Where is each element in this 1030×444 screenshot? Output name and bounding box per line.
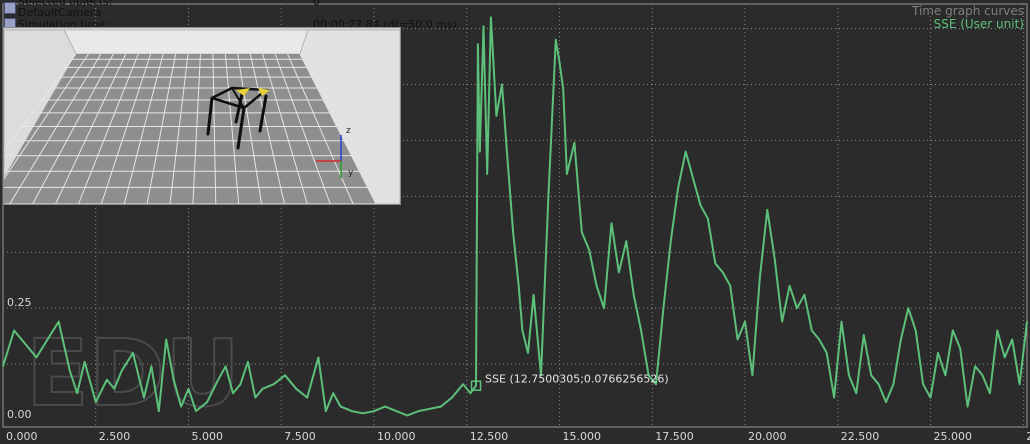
x-tick-label: 27 <box>1026 430 1030 443</box>
svg-text:y: y <box>348 168 354 178</box>
info-overlay: Selected objects: 0 DefaultCamera Simula… <box>0 0 457 31</box>
x-tick-label: 10.000 <box>377 430 416 443</box>
time-graph-window: EDU 0.000 2.500 5.000 7.500 10.000 12.500 15.0… <box>0 0 1030 444</box>
x-tick-label: 2.500 <box>99 430 131 443</box>
y-tick-label: 0.25 <box>7 296 32 309</box>
x-tick-label: 17.500 <box>655 430 694 443</box>
x-tick-label: 12.500 <box>470 430 509 443</box>
legend-title: Time graph curves <box>911 4 1024 18</box>
x-tick-label: 20.000 <box>748 430 787 443</box>
legend-curve-sse[interactable]: SSE (User unit) <box>934 17 1024 31</box>
camera-view-inset[interactable]: z y <box>3 27 401 205</box>
x-tick-label: 7.500 <box>284 430 316 443</box>
y-tick-label: 0.00 <box>7 408 32 421</box>
selected-objects-row: Selected objects: 0 DefaultCamera <box>0 0 420 19</box>
selected-objects-value: 0 <box>313 0 320 8</box>
svg-text:z: z <box>346 126 351 136</box>
x-tick-label: 25.000 <box>934 430 973 443</box>
x-tick-label: 22.500 <box>841 430 880 443</box>
x-tick-label: 0.000 <box>6 430 38 443</box>
back-wall <box>63 29 309 55</box>
curve-readout: SSE (12.7500305;0.0766256526) <box>485 373 669 386</box>
scene-view: z y <box>4 28 400 204</box>
info-toggle-icon[interactable] <box>4 2 16 14</box>
x-tick-label: 5.000 <box>192 430 224 443</box>
edu-watermark: EDU <box>26 320 240 427</box>
x-tick-label: 15.000 <box>563 430 602 443</box>
